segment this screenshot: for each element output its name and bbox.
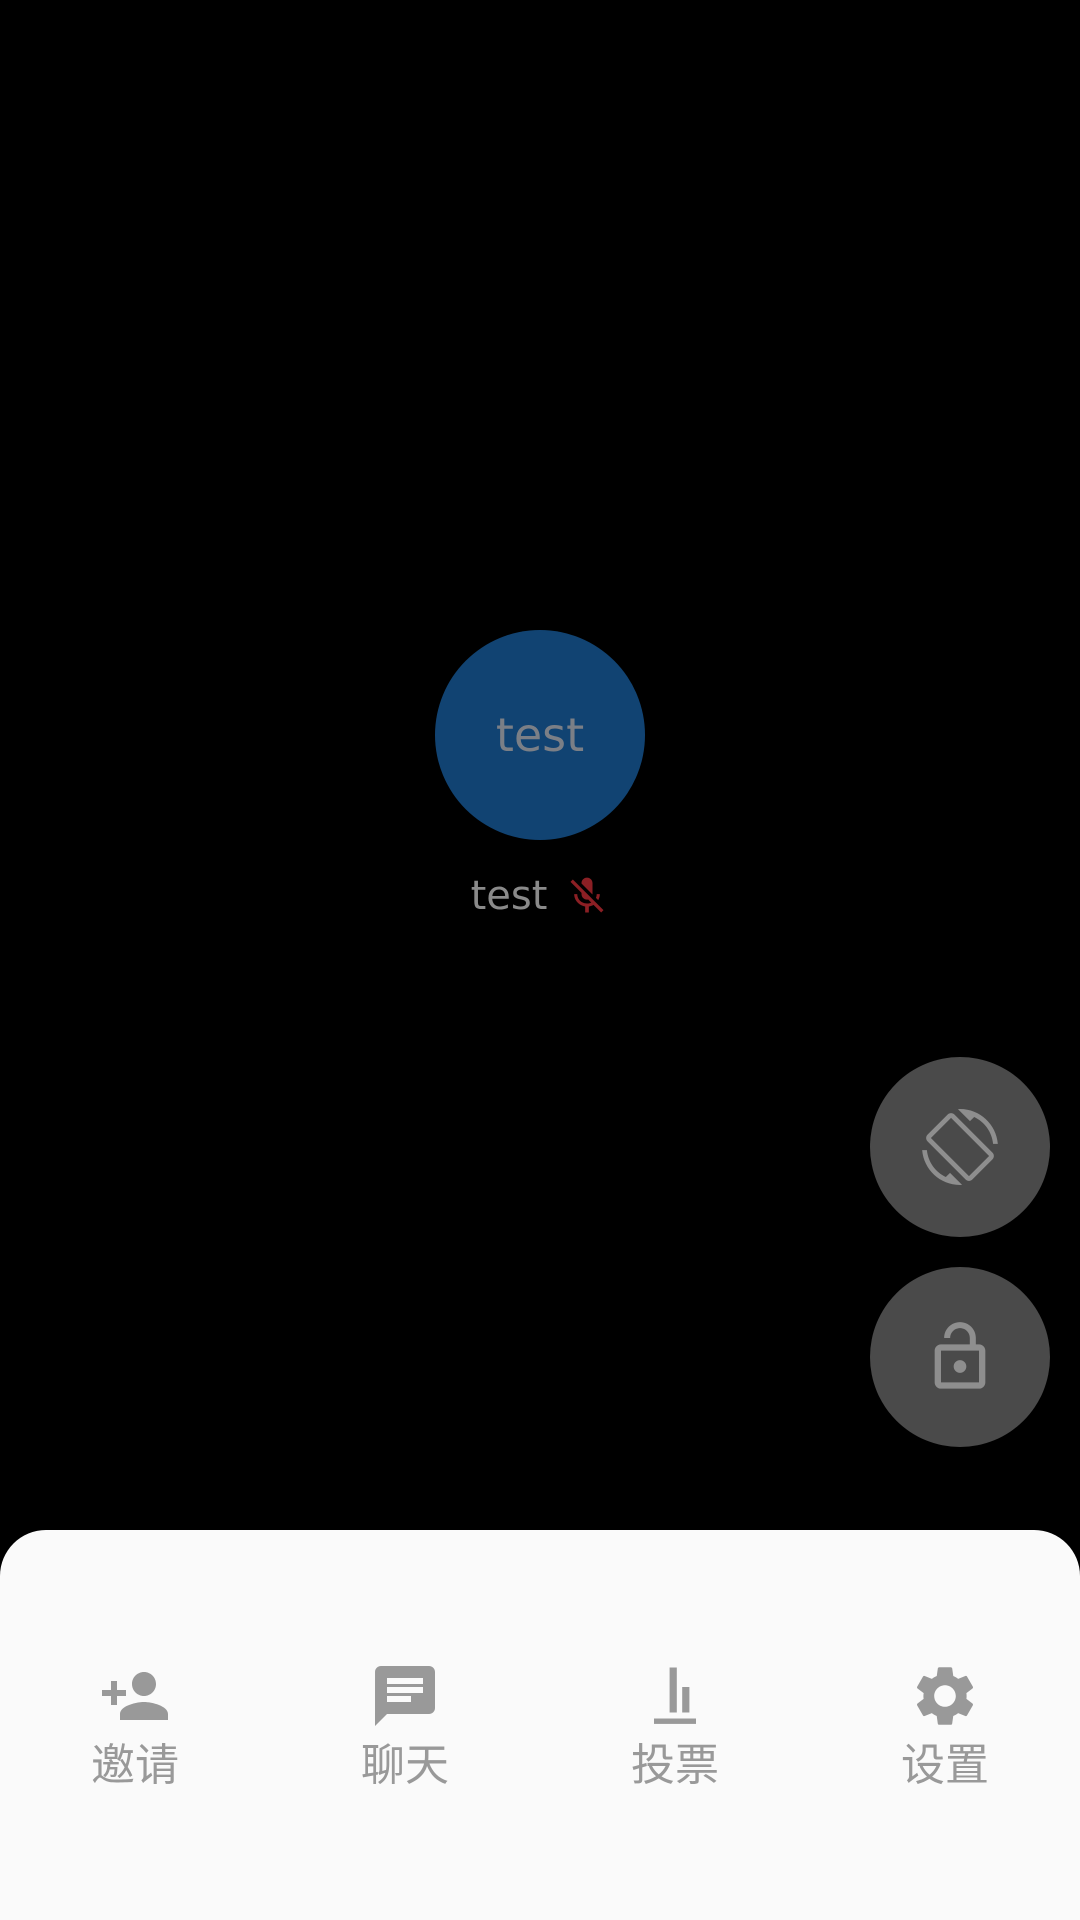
chat-label: 聊天	[361, 1740, 449, 1791]
toolbar-row: 邀请 聊天 投票 设置	[0, 1660, 1080, 1800]
participant-avatar: test	[435, 630, 645, 840]
unlock-button[interactable]	[870, 1267, 1050, 1447]
participant-name: test	[470, 873, 548, 919]
chat-button[interactable]: 聊天	[270, 1660, 540, 1800]
avatar-initials: test	[495, 708, 585, 762]
poll-icon	[654, 1667, 696, 1724]
meeting-stage: test test 邀请 聊天 投票 设置	[0, 0, 1080, 1920]
unlock-icon	[934, 1322, 986, 1389]
mic-off-icon	[570, 877, 604, 913]
poll-button[interactable]: 投票	[540, 1660, 810, 1800]
chat-icon	[375, 1666, 435, 1726]
bottom-toolbar: 邀请 聊天 投票 设置	[0, 1530, 1080, 1920]
poll-label: 投票	[631, 1740, 719, 1791]
settings-label: 设置	[901, 1740, 989, 1791]
screen-rotation-button[interactable]	[870, 1057, 1050, 1237]
settings-button[interactable]: 设置	[810, 1660, 1080, 1800]
person-add-icon	[102, 1672, 168, 1720]
participant-label-row: test	[0, 866, 1080, 926]
screen-rotation-icon	[922, 1109, 998, 1185]
invite-button[interactable]: 邀请	[0, 1660, 270, 1800]
gear-icon	[916, 1667, 974, 1725]
invite-label: 邀请	[91, 1740, 179, 1791]
